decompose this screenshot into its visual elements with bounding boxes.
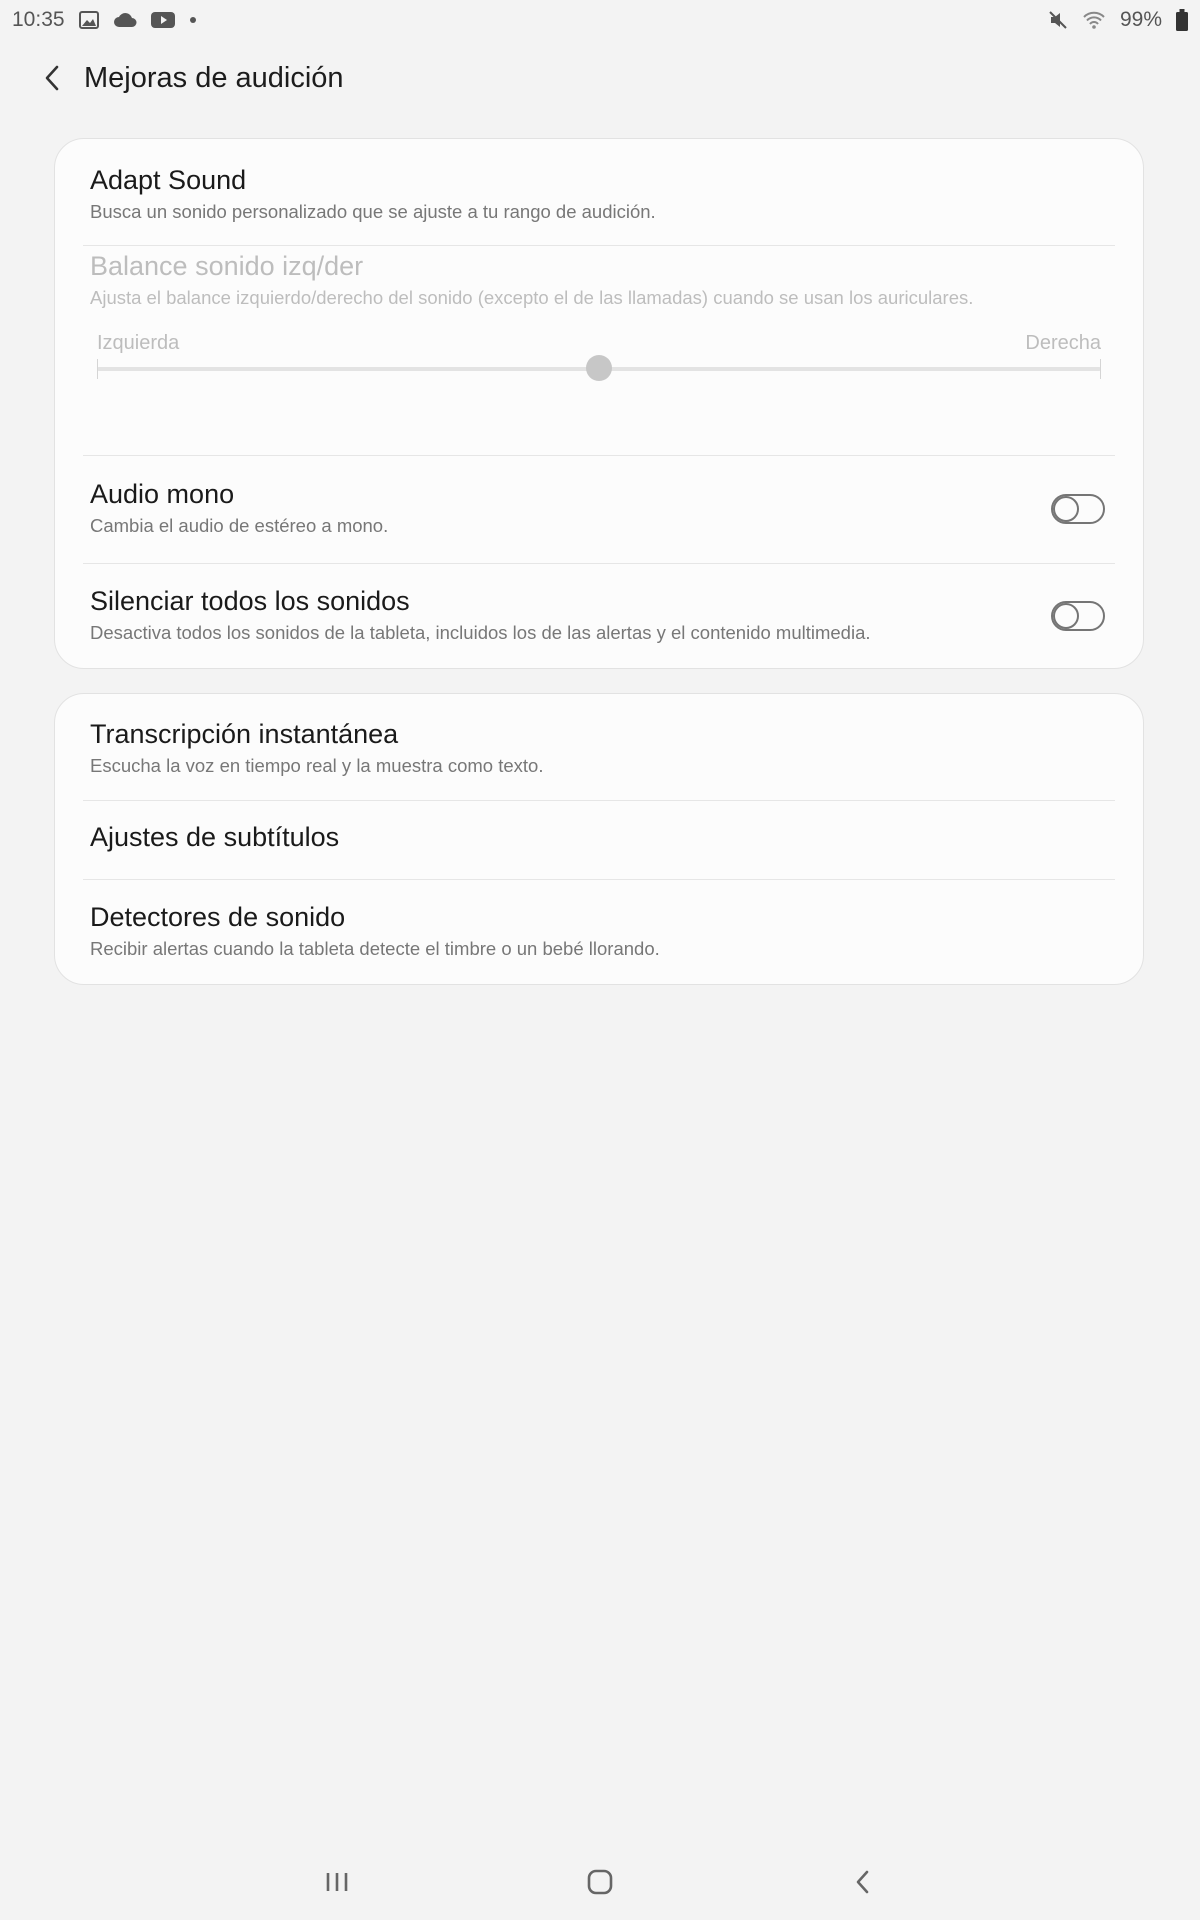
slider-left-tick — [97, 359, 98, 379]
slider-right-tick — [1100, 359, 1101, 379]
balance-left-label: Izquierda — [97, 332, 180, 354]
audio-mono-title: Audio mono — [90, 479, 235, 509]
app-header: Mejoras de audición — [0, 56, 1200, 104]
audio-mono-subtitle: Cambia el audio de estéreo a mono. — [90, 515, 389, 536]
mute-all-title: Silenciar todos los sonidos — [90, 586, 410, 616]
status-bar: 10:35 99% — [0, 0, 1200, 40]
mute-icon — [1048, 10, 1068, 30]
nav-back-button[interactable] — [833, 1862, 893, 1906]
toggle-knob — [1053, 603, 1079, 629]
balance-slider[interactable] — [97, 355, 1101, 381]
sound-detectors-item[interactable]: Detectores de sonido Recibir alertas cua… — [55, 900, 1143, 978]
balance-slider-thumb[interactable] — [586, 355, 612, 381]
divider — [83, 800, 1115, 801]
wifi-icon — [1082, 10, 1106, 30]
status-left: 10:35 — [12, 8, 197, 32]
dot-icon — [189, 16, 197, 24]
audio-mono-item[interactable]: Audio mono Cambia el audio de estéreo a … — [55, 477, 1143, 567]
adapt-sound-subtitle: Busca un sonido personalizado que se aju… — [90, 201, 656, 222]
battery-percent: 99% — [1119, 8, 1162, 31]
page-title: Mejoras de audición — [84, 62, 344, 94]
mute-all-subtitle: Desactiva todos los sonidos de la tablet… — [90, 622, 871, 643]
back-button[interactable] — [30, 58, 74, 102]
status-time: 10:35 — [12, 8, 65, 31]
toggle-knob — [1053, 496, 1079, 522]
mute-all-toggle[interactable] — [1051, 601, 1105, 631]
battery-icon — [1176, 9, 1188, 31]
settings-card-captions: Transcripción instantánea Escucha la voz… — [54, 693, 1144, 985]
cloud-icon — [113, 12, 137, 28]
subtitles-settings-item[interactable]: Ajustes de subtítulos — [55, 820, 1143, 860]
live-transcribe-subtitle: Escucha la voz en tiempo real y la muest… — [90, 755, 544, 776]
sound-detectors-title: Detectores de sonido — [90, 902, 346, 932]
balance-title: Balance sonido izq/der — [90, 251, 364, 281]
audio-mono-toggle[interactable] — [1051, 494, 1105, 524]
recents-button[interactable] — [307, 1862, 367, 1906]
settings-card-hearing: Adapt Sound Busca un sonido personalizad… — [54, 138, 1144, 669]
adapt-sound-title: Adapt Sound — [90, 165, 247, 195]
youtube-icon — [150, 11, 175, 29]
balance-subtitle: Ajusta el balance izquierdo/derecho del … — [90, 287, 974, 308]
mute-all-item[interactable]: Silenciar todos los sonidos Desactiva to… — [55, 584, 1143, 666]
recents-icon — [324, 1870, 350, 1899]
balance-right-label: Derecha — [1025, 332, 1101, 354]
back-icon — [853, 1868, 873, 1901]
adapt-sound-item[interactable]: Adapt Sound Busca un sonido personalizad… — [55, 163, 1143, 243]
chevron-left-icon — [42, 64, 62, 97]
divider — [83, 455, 1115, 456]
live-transcribe-item[interactable]: Transcripción instantánea Escucha la voz… — [55, 717, 1143, 795]
home-button[interactable] — [570, 1862, 630, 1906]
balance-item: Balance sonido izq/der Ajusta el balance… — [55, 246, 1143, 454]
subtitles-settings-title: Ajustes de subtítulos — [90, 822, 340, 852]
status-right: 99% — [1048, 8, 1188, 32]
balance-slider-labels: Izquierda Derecha — [97, 332, 1101, 355]
live-transcribe-title: Transcripción instantánea — [90, 719, 399, 749]
divider — [83, 563, 1115, 564]
sound-detectors-subtitle: Recibir alertas cuando la tableta detect… — [90, 938, 660, 959]
gallery-icon — [78, 11, 99, 29]
home-icon — [586, 1868, 614, 1901]
navigation-bar — [0, 1848, 1200, 1920]
divider — [83, 879, 1115, 880]
